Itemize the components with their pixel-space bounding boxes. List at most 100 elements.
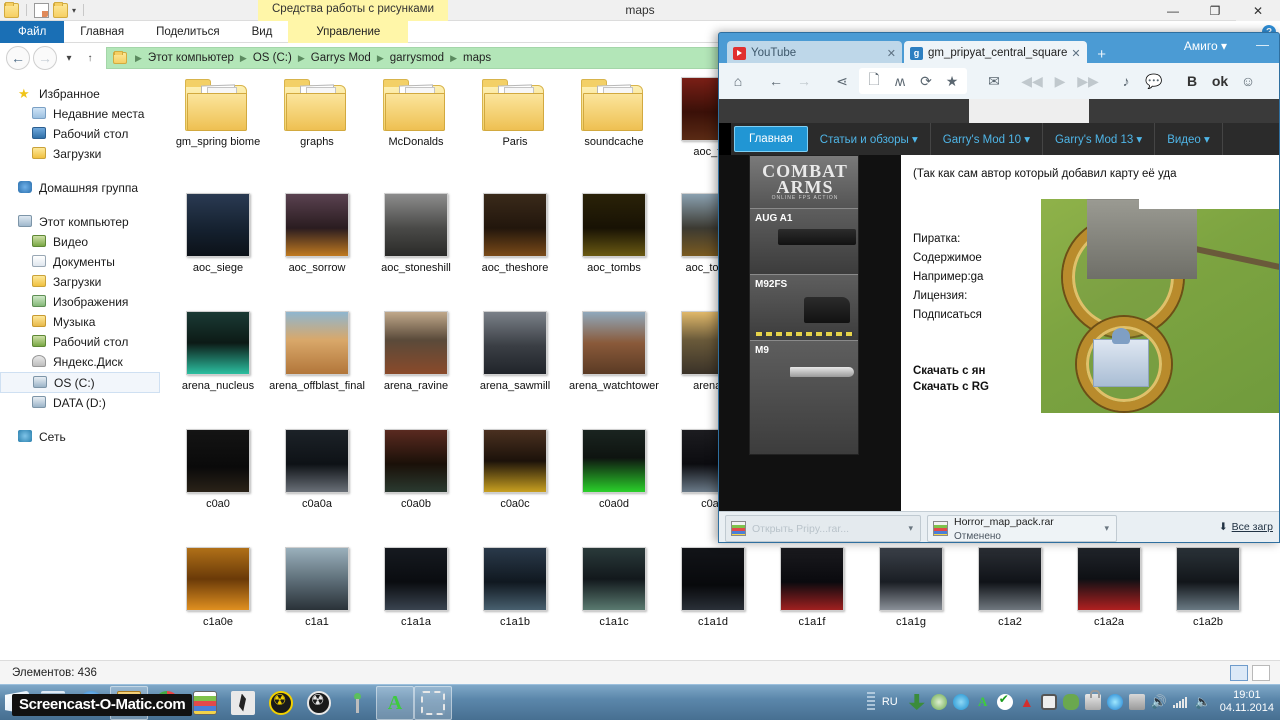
device-icon[interactable] bbox=[1128, 694, 1145, 710]
play-icon[interactable]: ▶ bbox=[1047, 68, 1073, 94]
file-item[interactable]: c1a1d bbox=[663, 547, 763, 629]
usb-icon[interactable] bbox=[1084, 690, 1101, 710]
tray-grip-icon[interactable] bbox=[866, 692, 875, 712]
file-item[interactable]: c0a0c bbox=[465, 429, 565, 511]
browser-minimize-button[interactable]: — bbox=[1256, 37, 1269, 52]
music-icon[interactable]: ♪ bbox=[1113, 68, 1139, 94]
nav-item-articles[interactable]: Статьи и обзоры ▾ bbox=[808, 123, 931, 155]
monitor-icon[interactable] bbox=[1040, 694, 1057, 710]
back-icon[interactable]: ← bbox=[763, 68, 789, 94]
file-item[interactable]: c1a2a bbox=[1059, 547, 1159, 629]
file-item[interactable]: c1a1a bbox=[366, 547, 466, 629]
minimize-button[interactable]: — bbox=[1152, 0, 1194, 21]
taskbar-item-counter-strike[interactable] bbox=[224, 686, 262, 720]
maximize-button[interactable]: ❐ bbox=[1194, 0, 1236, 21]
tab-share[interactable]: Поделиться bbox=[140, 21, 236, 43]
file-item[interactable]: c0a0b bbox=[366, 429, 466, 511]
file-item[interactable]: c1a1g bbox=[861, 547, 961, 629]
download-item-1[interactable]: Открыть Pripy...rar... ▾ bbox=[725, 514, 921, 542]
sidebar-item-music[interactable]: Музыка bbox=[0, 312, 160, 332]
folder-item[interactable]: soundcache bbox=[564, 77, 664, 149]
browser-tab-gmod-site[interactable]: g gm_pripyat_central_square ✕ bbox=[904, 41, 1087, 65]
taskbar-item-stalker-1[interactable] bbox=[262, 686, 300, 720]
new-folder-icon[interactable] bbox=[53, 1, 68, 18]
up-button[interactable]: ↑ bbox=[81, 46, 99, 70]
chevron-down-icon[interactable]: ▾ bbox=[903, 523, 918, 534]
chat-icon[interactable]: 💬 bbox=[1141, 68, 1167, 94]
close-tab-icon[interactable]: ✕ bbox=[1071, 47, 1080, 60]
download-arrow-icon[interactable] bbox=[908, 694, 925, 710]
mail-icon[interactable]: ✉ bbox=[981, 68, 1007, 94]
file-item[interactable]: aoc_stoneshill bbox=[366, 193, 466, 275]
check-icon[interactable] bbox=[996, 692, 1013, 710]
shield-green-icon[interactable] bbox=[930, 694, 947, 710]
chevron-down-icon[interactable]: ▾ bbox=[72, 6, 76, 15]
folder-icon[interactable] bbox=[4, 1, 19, 18]
amigo-tray-icon[interactable]: A bbox=[975, 694, 991, 710]
bookmark-star-icon[interactable]: ★ bbox=[939, 68, 965, 94]
file-item[interactable]: c1a1 bbox=[267, 547, 367, 629]
folder-item[interactable]: Paris bbox=[465, 77, 565, 149]
sidebar-item-favorites[interactable]: ★ Избранное bbox=[0, 84, 160, 104]
close-button[interactable]: ✕ bbox=[1236, 0, 1280, 21]
taskbar-item-stalker-2[interactable] bbox=[300, 686, 338, 720]
next-track-icon[interactable]: ▶▶ bbox=[1075, 68, 1101, 94]
reload-icon[interactable]: ⟳ bbox=[913, 68, 939, 94]
volume-icon[interactable]: 🔊 bbox=[1151, 694, 1167, 710]
network-bars-icon[interactable] bbox=[1172, 696, 1189, 708]
breadcrumb-item-3[interactable]: garrysmod bbox=[388, 52, 446, 64]
file-item[interactable]: arena_offblast_final bbox=[267, 311, 367, 393]
properties-icon[interactable] bbox=[34, 2, 49, 18]
breadcrumb-item-0[interactable]: Этот компьютер bbox=[146, 52, 236, 64]
smiley-icon[interactable]: ☺ bbox=[1235, 68, 1261, 94]
tab-view[interactable]: Вид bbox=[236, 21, 289, 43]
odnoklassniki-icon[interactable]: ok bbox=[1207, 68, 1233, 94]
taskbar-item-screen-recorder[interactable] bbox=[414, 685, 452, 720]
nav-item-home[interactable]: Главная bbox=[734, 126, 808, 152]
file-item[interactable]: aoc_sorrow bbox=[267, 193, 367, 275]
file-item[interactable]: c1a1b bbox=[465, 547, 565, 629]
browser-tab-youtube[interactable]: YouTube ✕ bbox=[727, 41, 902, 65]
tab-manage[interactable]: Управление bbox=[288, 21, 409, 43]
chevron-down-icon[interactable]: ▾ bbox=[1099, 523, 1114, 534]
close-tab-icon[interactable]: ✕ bbox=[887, 47, 896, 60]
sidebar-item-desktop[interactable]: Рабочий стол bbox=[0, 124, 160, 144]
tab-home[interactable]: Главная bbox=[64, 21, 140, 43]
folder-item[interactable]: graphs bbox=[267, 77, 367, 149]
folder-item[interactable]: gm_spring biome bbox=[168, 77, 268, 149]
nav-item-gmod10[interactable]: Garry's Mod 10 ▾ bbox=[931, 123, 1043, 155]
address-group[interactable]: 🗋 ʍ ⟳ ★ bbox=[859, 68, 967, 94]
taskbar-item-amigo[interactable]: A bbox=[376, 685, 414, 720]
sidebar-item-data-d[interactable]: DATA (D:) bbox=[0, 393, 160, 413]
share-icon[interactable]: ⋖ bbox=[829, 68, 855, 94]
show-all-downloads-link[interactable]: ⬇ Все загр bbox=[1219, 521, 1273, 533]
file-item[interactable]: c1a0e bbox=[168, 547, 268, 629]
details-view-button[interactable] bbox=[1252, 665, 1270, 681]
language-indicator[interactable]: RU bbox=[882, 696, 898, 708]
breadcrumb-item-2[interactable]: Garrys Mod bbox=[309, 52, 373, 64]
folder-item[interactable]: McDonalds bbox=[366, 77, 466, 149]
nav-item-gmod13[interactable]: Garry's Mod 13 ▾ bbox=[1043, 123, 1156, 155]
sidebar-item-pictures[interactable]: Изображения bbox=[0, 292, 160, 312]
account-menu[interactable]: Амиго ▾ bbox=[1184, 39, 1227, 53]
new-tab-button[interactable]: + bbox=[1089, 43, 1115, 65]
file-item[interactable]: c0a0 bbox=[168, 429, 268, 511]
blue-download-icon[interactable] bbox=[952, 694, 969, 710]
sidebar-item-downloads[interactable]: Загрузки bbox=[0, 144, 160, 164]
sync-icon[interactable] bbox=[1106, 694, 1123, 710]
breadcrumb-item-4[interactable]: maps bbox=[461, 52, 493, 64]
sidebar-item-os-c[interactable]: OS (C:) bbox=[0, 372, 160, 393]
sidebar-item-recent-places[interactable]: Недавние места bbox=[0, 104, 160, 124]
forward-button[interactable]: → bbox=[33, 46, 57, 70]
nav-item-video[interactable]: Видео ▾ bbox=[1155, 123, 1223, 155]
back-button[interactable]: ← bbox=[6, 46, 30, 70]
file-item[interactable]: aoc_siege bbox=[168, 193, 268, 275]
sidebar-item-this-pc[interactable]: Этот компьютер bbox=[0, 212, 160, 232]
sidebar-item-network[interactable]: Сеть bbox=[0, 427, 160, 447]
vk-icon[interactable]: B bbox=[1179, 68, 1205, 94]
large-icons-view-button[interactable] bbox=[1230, 665, 1248, 681]
file-item[interactable]: arena_ravine bbox=[366, 311, 466, 393]
sidebar-item-desktop-2[interactable]: Рабочий стол bbox=[0, 332, 160, 352]
file-item[interactable]: arena_watchtower bbox=[564, 311, 664, 393]
taskbar-item-key[interactable] bbox=[338, 686, 376, 720]
